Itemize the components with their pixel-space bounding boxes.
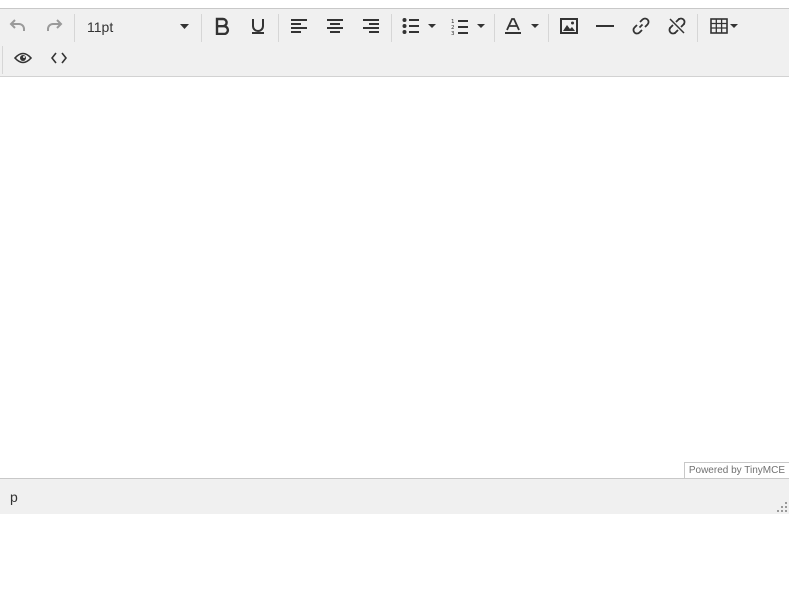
bullet-list-icon: [402, 18, 419, 34]
svg-text:3: 3: [451, 31, 455, 35]
toolbar-separator: [74, 14, 75, 42]
bullet-list-button[interactable]: [396, 11, 426, 41]
chevron-down-icon: [428, 24, 436, 28]
toolbar-separator: [548, 14, 549, 42]
underline-icon: [252, 19, 264, 34]
source-code-button[interactable]: [44, 43, 74, 73]
redo-icon: [47, 19, 63, 31]
font-size-value: 11pt: [87, 19, 114, 35]
toolbar-separator: [278, 14, 279, 42]
chevron-down-icon: [477, 24, 485, 28]
toolbar: 11pt 1 2 3: [0, 9, 789, 77]
element-path[interactable]: p: [10, 489, 18, 505]
unlink-button[interactable]: [662, 11, 692, 41]
branding-label[interactable]: Powered by TinyMCE: [683, 462, 789, 479]
toolbar-separator: [697, 14, 698, 42]
preview-button[interactable]: [8, 43, 38, 73]
numbered-list-button[interactable]: 1 2 3: [445, 11, 475, 41]
text-color-dropdown[interactable]: [527, 11, 543, 41]
unlink-icon: [668, 17, 686, 35]
toolbar-row-1: 11pt 1 2 3: [0, 11, 789, 43]
numbered-list-icon: 1 2 3: [451, 19, 468, 35]
toolbar-separator: [2, 46, 3, 74]
table-dropdown[interactable]: [726, 11, 742, 41]
align-right-icon: [363, 19, 379, 33]
align-center-button[interactable]: [320, 11, 350, 41]
toolbar-row-2: [0, 43, 789, 75]
align-left-button[interactable]: [284, 11, 314, 41]
horizontal-rule-button[interactable]: [590, 11, 620, 41]
eye-icon: [14, 52, 32, 64]
numbered-list-dropdown[interactable]: [473, 11, 489, 41]
toolbar-separator: [201, 14, 202, 42]
text-color-button[interactable]: [498, 11, 528, 41]
chevron-down-icon: [730, 24, 738, 28]
link-button[interactable]: [626, 11, 656, 41]
chevron-down-icon: [531, 24, 539, 28]
font-size-select[interactable]: 11pt: [80, 11, 195, 41]
link-icon: [632, 17, 650, 35]
underline-button[interactable]: [243, 11, 273, 41]
bullet-list-dropdown[interactable]: [424, 11, 440, 41]
undo-icon: [9, 19, 25, 31]
rich-text-editor: 11pt 1 2 3 Powered by TinyMCE p: [0, 8, 789, 514]
code-icon: [51, 52, 67, 64]
toolbar-separator: [494, 14, 495, 42]
chevron-down-icon: [180, 24, 189, 29]
bold-icon: [215, 17, 230, 35]
align-left-icon: [291, 19, 307, 33]
horizontal-rule-icon: [596, 25, 614, 27]
statusbar: p: [0, 478, 789, 514]
editor-content-area[interactable]: [0, 77, 789, 477]
image-button[interactable]: [554, 11, 584, 41]
bold-button[interactable]: [207, 11, 237, 41]
resize-handle-icon[interactable]: [777, 502, 787, 512]
redo-button[interactable]: [39, 11, 69, 41]
align-center-icon: [327, 19, 343, 33]
undo-button[interactable]: [3, 11, 33, 41]
text-color-icon: [505, 18, 521, 34]
toolbar-separator: [391, 14, 392, 42]
image-icon: [560, 18, 578, 34]
align-right-button[interactable]: [356, 11, 386, 41]
